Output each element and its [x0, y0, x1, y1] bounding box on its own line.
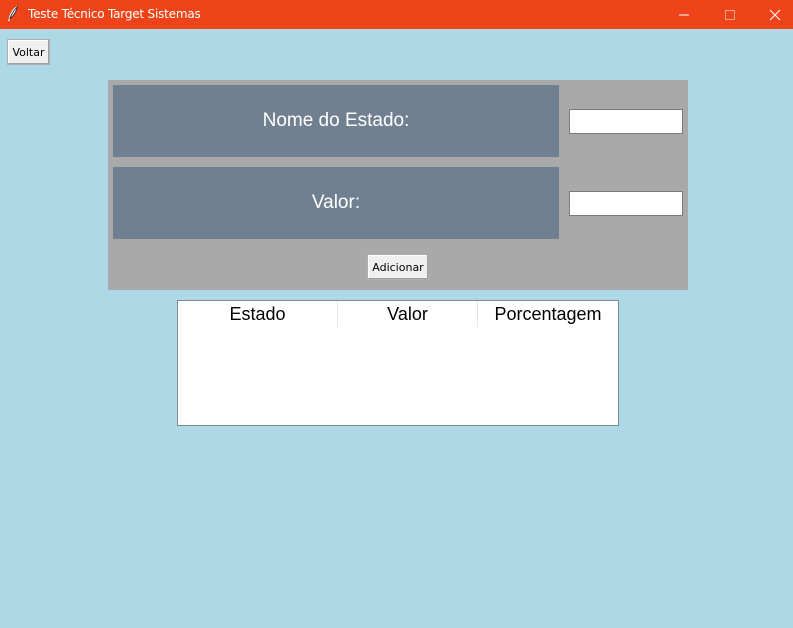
- value-label: Valor:: [113, 167, 559, 239]
- form-panel: Nome do Estado: Valor: Adicionar: [108, 80, 688, 290]
- add-button[interactable]: Adicionar: [367, 254, 429, 280]
- window-title: Teste Técnico Target Sistemas: [28, 7, 201, 21]
- value-input[interactable]: [569, 191, 683, 216]
- back-button[interactable]: Voltar: [7, 39, 50, 65]
- feather-icon: [7, 5, 19, 22]
- minimize-icon: [679, 14, 689, 16]
- column-header-porcentagem[interactable]: Porcentagem: [478, 301, 618, 327]
- title-bar: Teste Técnico Target Sistemas: [0, 0, 793, 29]
- close-icon: [769, 9, 781, 21]
- close-button[interactable]: [752, 0, 793, 29]
- maximize-icon: [725, 10, 735, 20]
- maximize-button[interactable]: [707, 0, 753, 29]
- minimize-button[interactable]: [661, 0, 707, 29]
- column-header-valor[interactable]: Valor: [338, 301, 478, 327]
- column-header-estado[interactable]: Estado: [178, 301, 338, 327]
- state-name-input[interactable]: [569, 109, 683, 134]
- states-table[interactable]: Estado Valor Porcentagem: [177, 300, 619, 426]
- state-name-label: Nome do Estado:: [113, 85, 559, 157]
